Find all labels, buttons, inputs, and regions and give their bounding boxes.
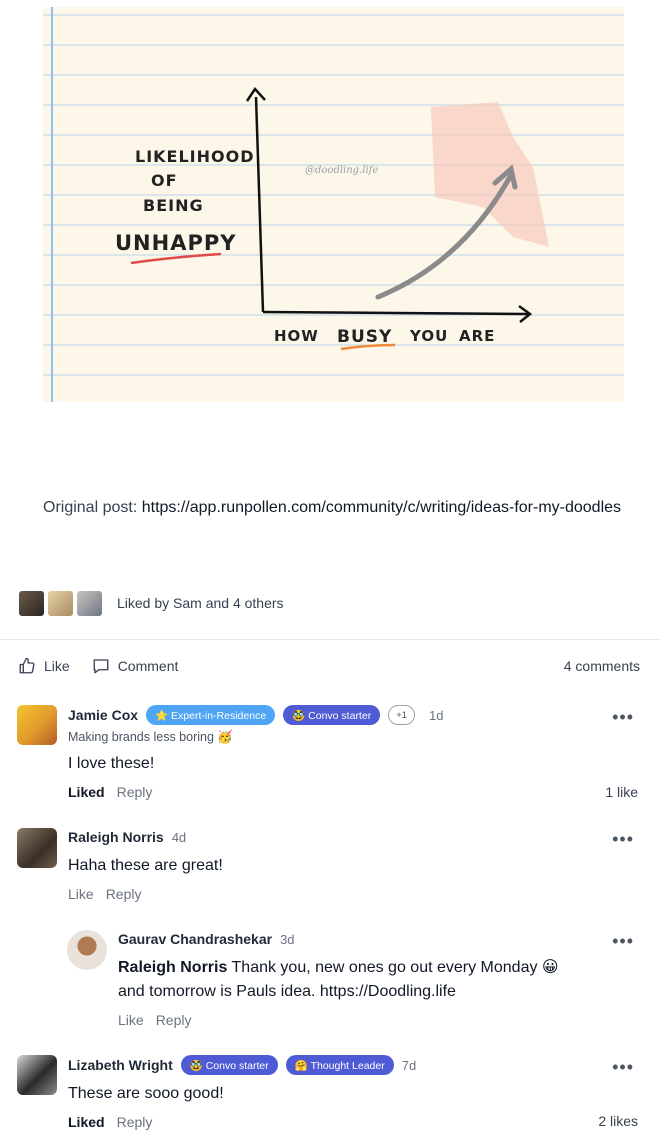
author-name[interactable]: Jamie Cox [68, 707, 138, 723]
like-label: Like [44, 658, 70, 674]
comment-text: I love these! [68, 755, 155, 772]
divider [0, 639, 660, 640]
more-options-icon[interactable]: ••• [612, 932, 634, 950]
comment-icon [93, 659, 109, 674]
ylabel-emphasis: UNHAPPY [115, 231, 236, 255]
comment-text-line2: and tomorrow is Pauls idea. https://Dood… [118, 983, 456, 1000]
liked-button[interactable]: Liked [68, 784, 105, 800]
badge-convo-starter[interactable]: 🥸 Convo starter [180, 1055, 278, 1075]
comment-text: Raleigh Norris Thank you, new ones go ou… [118, 956, 588, 1004]
like-button[interactable]: Like [68, 886, 94, 902]
original-post-text: Original post: https://app.runpollen.com… [43, 496, 633, 520]
liked-by-text: Liked by Sam and 4 others [117, 595, 284, 611]
comment-time: 4d [171, 829, 187, 845]
ylabel-line3: BEING [143, 196, 204, 215]
mention-link[interactable]: Raleigh Norris [118, 959, 227, 976]
comment-likes-count[interactable]: 2 likes [598, 1113, 638, 1129]
comment-time: 1d [429, 707, 444, 723]
badge-convo-starter[interactable]: 🥸 Convo starter [283, 705, 381, 725]
more-options-icon[interactable]: ••• [612, 708, 634, 726]
badge-thought-leader[interactable]: 🤗 Thought Leader [285, 1055, 394, 1075]
reply-button[interactable]: Reply [117, 1114, 153, 1130]
badge-more[interactable]: +1 [388, 705, 416, 725]
xlabel-you: YOU [409, 327, 448, 345]
post-actions: Like Comment 4 comments [18, 653, 640, 679]
avatar[interactable] [17, 828, 57, 868]
avatar[interactable] [17, 1055, 57, 1095]
comment-text: These are sooo good! [68, 1085, 224, 1102]
thumbs-up-icon [19, 657, 35, 674]
author-headline: Making brands less boring 🥳 [68, 730, 233, 744]
comment-button[interactable]: Comment [92, 657, 179, 675]
ylabel-line1: LIKELIHOOD [135, 147, 255, 166]
like-button[interactable]: Like [18, 657, 70, 675]
reply-button[interactable]: Reply [156, 1012, 192, 1028]
comment-likes-count[interactable]: 1 like [605, 784, 638, 800]
original-post-label: Original post: [43, 499, 138, 516]
comment-count[interactable]: 4 comments [564, 658, 640, 674]
avatar [47, 589, 74, 617]
comment-label: Comment [117, 658, 179, 674]
comment-time: 7d [401, 1057, 417, 1073]
doodle-watermark: @doodling.life [305, 165, 378, 176]
reply-button[interactable]: Reply [117, 784, 153, 800]
liker-avatars [18, 589, 105, 617]
like-button[interactable]: Like [118, 1012, 144, 1028]
author-name[interactable]: Gaurav Chandrashekar [118, 931, 272, 947]
more-options-icon[interactable]: ••• [612, 1058, 634, 1076]
author-name[interactable]: Lizabeth Wright [68, 1057, 173, 1073]
more-options-icon[interactable]: ••• [612, 830, 634, 848]
liked-button[interactable]: Liked [68, 1114, 105, 1130]
badge-expert-in-residence[interactable]: ⭐ Expert-in-Residence [146, 705, 276, 725]
comment-time: 3d [280, 931, 295, 947]
xlabel-how: HOW [274, 327, 319, 345]
comment-text: Haha these are great! [68, 857, 223, 874]
avatar [18, 589, 45, 617]
ylabel-line2: OF [151, 171, 178, 190]
liked-by-row[interactable]: Liked by Sam and 4 others [18, 589, 284, 617]
avatar[interactable] [67, 930, 107, 970]
original-post-link[interactable]: https://app.runpollen.com/community/c/wr… [142, 499, 621, 516]
xlabel-are: ARE [459, 327, 495, 345]
doodle-image: LIKELIHOOD OF BEING UNHAPPY HOW BUSY YOU… [43, 7, 624, 402]
avatar[interactable] [17, 705, 57, 745]
avatar [76, 589, 103, 617]
author-name[interactable]: Raleigh Norris [68, 829, 164, 845]
comment-text-line1: Thank you, new ones go out every Monday … [227, 959, 559, 976]
reply-button[interactable]: Reply [106, 886, 142, 902]
